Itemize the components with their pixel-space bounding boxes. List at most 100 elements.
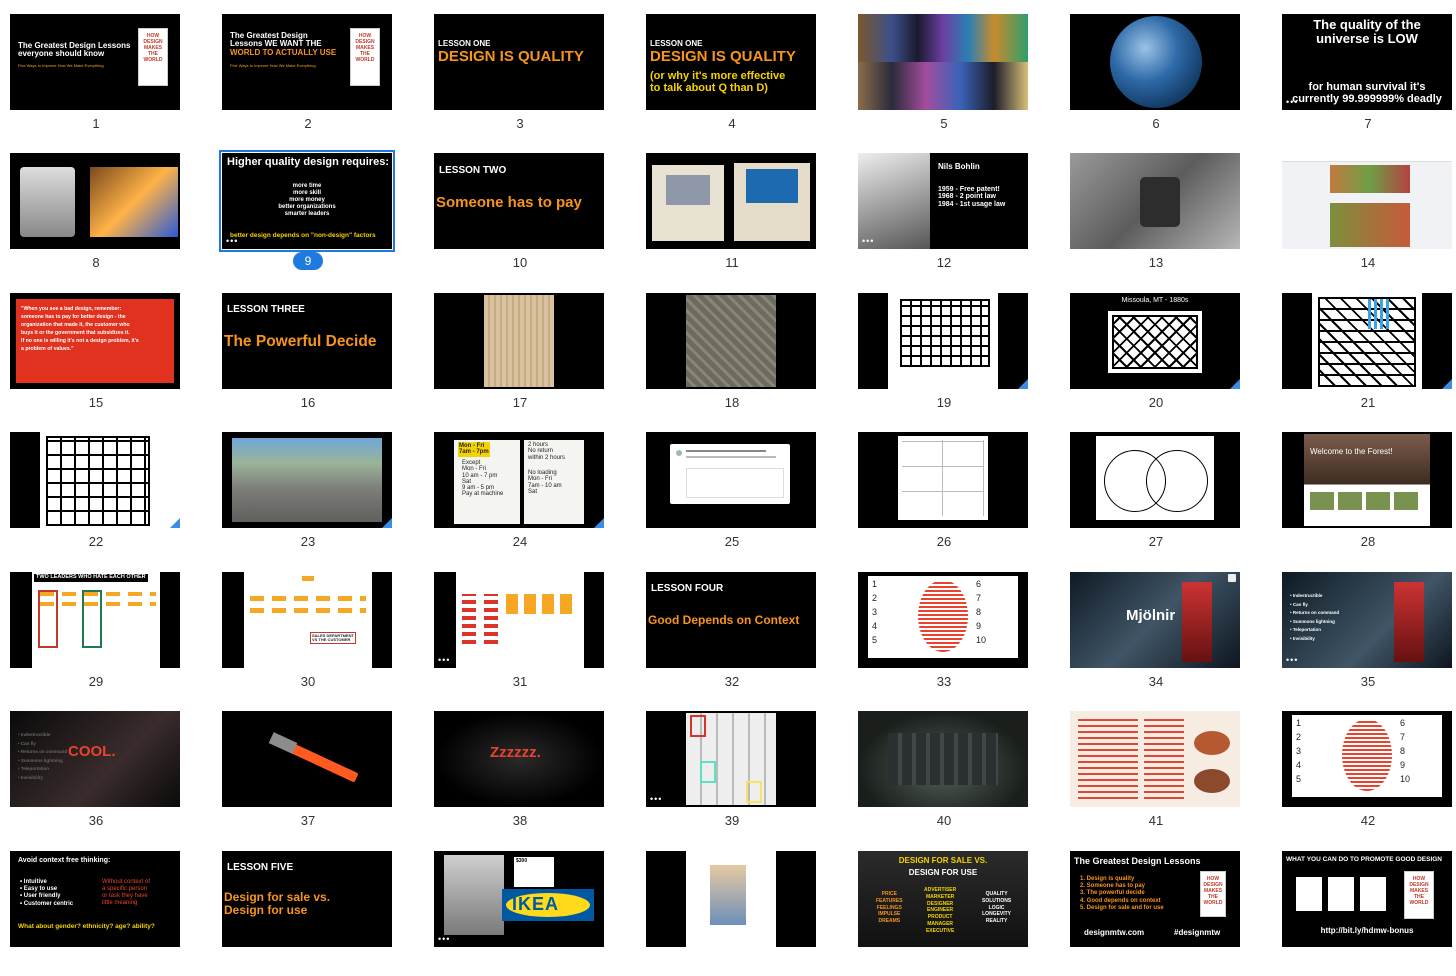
slide-cell[interactable]: • Indestructible • Can fly • Returns on co… xyxy=(0,697,212,836)
slide-cell[interactable]: 37 xyxy=(212,697,424,836)
slide-cell[interactable]: The Greatest Design Lessons WE WANT THE WO… xyxy=(212,0,424,139)
slide-thumbnail[interactable] xyxy=(1070,432,1240,528)
slide-thumbnail[interactable] xyxy=(1070,153,1240,249)
slide-cell[interactable]: 12345 6 7 8 9 10 33 xyxy=(848,558,1060,697)
slide-thumbnail[interactable]: • Indestructible • Can fly • Returns on co… xyxy=(10,711,180,807)
slide-thumbnail[interactable] xyxy=(434,293,604,389)
slide-cell[interactable]: 14 xyxy=(1272,139,1456,278)
slide-cell[interactable]: The quality of the universe is LOW for hu… xyxy=(1272,0,1456,139)
slide-thumbnail[interactable] xyxy=(646,153,816,249)
slide-cell[interactable]: LESSON FIVE Design for sale vs. Design fo… xyxy=(212,837,424,976)
slide-cell[interactable]: LESSON TWO Someone has to pay 10 xyxy=(424,139,636,278)
slide-cell[interactable]: Nils Bohlin 1959 - Free patent! 1968 - 2 … xyxy=(848,139,1060,278)
slide-cell[interactable]: 23 xyxy=(212,418,424,557)
slide-cell[interactable]: 19 xyxy=(848,279,1060,418)
slide-thumbnail[interactable] xyxy=(858,14,1028,110)
slide-thumbnail[interactable] xyxy=(10,432,180,528)
slide-thumbnail[interactable]: Welcome to the Forest! xyxy=(1282,432,1452,528)
slide-thumbnail[interactable]: TWO LEADERS WHO HATE EACH OTHER xyxy=(10,572,180,668)
slide-thumbnail[interactable]: LESSON ONE DESIGN IS QUALITY xyxy=(434,14,604,110)
slide-thumbnail[interactable]: LESSON ONE DESIGN IS QUALITY (or why it'… xyxy=(646,14,816,110)
slide-thumbnail[interactable]: ••• xyxy=(646,711,816,807)
slide-thumbnail[interactable] xyxy=(10,153,180,249)
slide-cell[interactable]: 21 xyxy=(1272,279,1456,418)
slide-cell[interactable]: Mon - Fri 7am - 7pm Except Mon - Fri 10 am … xyxy=(424,418,636,557)
more-icon: ••• xyxy=(862,236,875,246)
slide-cell[interactable]: The Greatest Design Lessons everyone shou… xyxy=(0,0,212,139)
slide-cell[interactable]: Missoula, MT - 1880s 20 xyxy=(1060,279,1272,418)
slide-thumbnail[interactable]: Avoid context free thinking: • Intuitive… xyxy=(10,851,180,947)
slide-cell[interactable]: ••• 39 xyxy=(636,697,848,836)
slide-thumbnail[interactable] xyxy=(1282,293,1452,389)
slide-cell[interactable]: 25 xyxy=(636,418,848,557)
slide-thumbnail[interactable]: SALES DEPARTMENT VS THE CUSTOMER xyxy=(222,572,392,668)
slide-thumbnail[interactable] xyxy=(858,293,1028,389)
slide-cell[interactable]: Welcome to the Forest! 28 xyxy=(1272,418,1456,557)
slide-cell[interactable]: 12345 6 7 8 9 10 42 xyxy=(1272,697,1456,836)
slide-cell[interactable]: TWO LEADERS WHO HATE EACH OTHER 29 xyxy=(0,558,212,697)
slide-thumbnail[interactable]: • Indestructible • Can fly • Returns on co… xyxy=(1282,572,1452,668)
slide-kicker: LESSON TWO xyxy=(439,165,507,176)
slide-thumbnail[interactable]: Zzzzzz. xyxy=(434,711,604,807)
slide-cell[interactable]: ••• 31 xyxy=(424,558,636,697)
slide-cell[interactable]: DESIGN FOR SALE VS. DESIGN FOR USE PRICE F… xyxy=(848,837,1060,976)
slide-thumbnail[interactable] xyxy=(646,432,816,528)
slide-cell[interactable]: 11 xyxy=(636,139,848,278)
slide-cell[interactable]: LESSON FOUR Good Depends on Context 32 xyxy=(636,558,848,697)
slide-thumbnail[interactable]: ••• xyxy=(434,572,604,668)
slide-thumbnail[interactable] xyxy=(858,432,1028,528)
slide-thumbnail[interactable]: LESSON FOUR Good Depends on Context xyxy=(646,572,816,668)
slide-thumbnail[interactable]: 12345 6 7 8 9 10 xyxy=(1282,711,1452,807)
slide-thumbnail[interactable] xyxy=(222,432,392,528)
slide-thumbnail[interactable]: The quality of the universe is LOW for hu… xyxy=(1282,14,1452,110)
slide-cell[interactable]: Mjölnir 34 xyxy=(1060,558,1272,697)
slide-thumbnail[interactable]: Nils Bohlin 1959 - Free patent! 1968 - 2 … xyxy=(858,153,1028,249)
slide-thumbnail[interactable]: Mon - Fri 7am - 7pm Except Mon - Fri 10 am … xyxy=(434,432,604,528)
slide-thumbnail-selected[interactable]: Higher quality design requires: more tim… xyxy=(219,150,395,252)
slide-cell[interactable]: Avoid context free thinking: • Intuitive… xyxy=(0,837,212,976)
slide-thumbnail[interactable]: "When you see a bad design, remember: som… xyxy=(10,293,180,389)
slide-thumbnail[interactable] xyxy=(646,293,816,389)
slide-cell[interactable]: 41 xyxy=(1060,697,1272,836)
slide-thumbnail[interactable]: 12345 6 7 8 9 10 xyxy=(858,572,1028,668)
slide-cell[interactable]: 40 xyxy=(848,697,1060,836)
slide-thumbnail[interactable]: DESIGN FOR SALE VS. DESIGN FOR USE PRICE F… xyxy=(858,851,1028,947)
slide-cell[interactable]: LESSON THREE The Powerful Decide 16 xyxy=(212,279,424,418)
slide-cell[interactable]: 22 xyxy=(0,418,212,557)
slide-cell[interactable]: $300 IKEA ••• xyxy=(424,837,636,976)
slide-cell[interactable]: • Indestructible • Can fly • Returns on co… xyxy=(1272,558,1456,697)
slide-cell[interactable]: "When you see a bad design, remember: som… xyxy=(0,279,212,418)
slide-cell[interactable]: SALES DEPARTMENT VS THE CUSTOMER 30 xyxy=(212,558,424,697)
slide-thumbnail[interactable]: LESSON FIVE Design for sale vs. Design fo… xyxy=(222,851,392,947)
slide-cell[interactable]: 27 xyxy=(1060,418,1272,557)
slide-thumbnail[interactable] xyxy=(1070,711,1240,807)
slide-thumbnail[interactable]: $300 IKEA ••• xyxy=(434,851,604,947)
slide-cell[interactable]: LESSON ONE DESIGN IS QUALITY 3 xyxy=(424,0,636,139)
slide-cell[interactable]: 26 xyxy=(848,418,1060,557)
slide-thumbnail[interactable]: The Greatest Design Lessons everyone shou… xyxy=(10,14,180,110)
slide-thumbnail[interactable]: The Greatest Design Lessons 1. Design is… xyxy=(1070,851,1240,947)
slide-cell[interactable]: 17 xyxy=(424,279,636,418)
slide-cell[interactable] xyxy=(636,837,848,976)
slide-thumbnail[interactable]: LESSON TWO Someone has to pay xyxy=(434,153,604,249)
slide-cell[interactable]: LESSON ONE DESIGN IS QUALITY (or why it'… xyxy=(636,0,848,139)
slide-thumbnail[interactable] xyxy=(858,711,1028,807)
slide-thumbnail[interactable]: Mjölnir xyxy=(1070,572,1240,668)
slide-cell[interactable]: The Greatest Design Lessons 1. Design is… xyxy=(1060,837,1272,976)
slide-cell[interactable]: 8 xyxy=(0,139,212,278)
slide-cell[interactable]: 13 xyxy=(1060,139,1272,278)
slide-cell[interactable]: WHAT YOU CAN DO TO PROMOTE GOOD DESIGN H… xyxy=(1272,837,1456,976)
slide-cell[interactable]: 18 xyxy=(636,279,848,418)
slide-thumbnail[interactable] xyxy=(646,851,816,947)
slide-cell[interactable]: Zzzzzz. 38 xyxy=(424,697,636,836)
slide-thumbnail[interactable] xyxy=(1282,153,1452,249)
slide-cell[interactable]: 6 xyxy=(1060,0,1272,139)
slide-thumbnail[interactable]: Missoula, MT - 1880s xyxy=(1070,293,1240,389)
slide-cell[interactable]: 5 xyxy=(848,0,1060,139)
slide-thumbnail[interactable] xyxy=(222,711,392,807)
slide-thumbnail[interactable]: WHAT YOU CAN DO TO PROMOTE GOOD DESIGN H… xyxy=(1282,851,1452,947)
slide-cell[interactable]: Higher quality design requires: more tim… xyxy=(212,139,424,278)
slide-thumbnail[interactable] xyxy=(1070,14,1240,110)
slide-thumbnail[interactable]: The Greatest Design Lessons WE WANT THE WO… xyxy=(222,14,392,110)
slide-thumbnail[interactable]: LESSON THREE The Powerful Decide xyxy=(222,293,392,389)
